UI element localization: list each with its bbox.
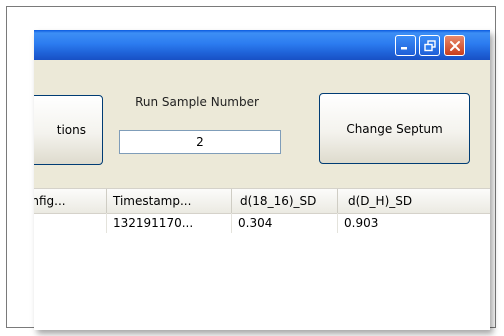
data-grid: onfig... Timestamp... d(18_16)_SD d(D_H)… <box>34 188 490 330</box>
title-bar[interactable] <box>34 30 490 60</box>
cell-d18-16-sd: 0.304 <box>232 213 338 233</box>
column-header-dd-h-sd[interactable]: d(D_H)_SD <box>338 189 446 213</box>
options-button[interactable]: tions <box>34 95 103 165</box>
restore-button[interactable] <box>419 35 440 56</box>
column-header-config[interactable]: onfig... <box>34 189 107 213</box>
minimize-button[interactable] <box>395 35 416 56</box>
column-header-d18-16-sd[interactable]: d(18_16)_SD <box>232 189 338 213</box>
run-sample-number-input[interactable]: 2 <box>119 130 281 154</box>
close-icon <box>449 40 460 51</box>
application-window: tions Change Septum Run Sample Number 2 … <box>34 30 490 330</box>
close-button[interactable] <box>444 35 465 56</box>
cell-config <box>34 213 107 233</box>
cell-timestamp: 132191170... <box>107 213 232 233</box>
toolbar-area: tions Change Septum <box>34 60 490 188</box>
minimize-icon <box>401 47 407 50</box>
change-septum-button[interactable]: Change Septum <box>319 93 470 164</box>
run-sample-number-label: Run Sample Number <box>135 95 259 109</box>
cell-dd-h-sd: 0.903 <box>344 216 379 230</box>
options-button-label: tions <box>56 123 86 137</box>
restore-icon <box>423 39 436 51</box>
change-septum-label: Change Septum <box>346 121 443 136</box>
grid-header: onfig... Timestamp... d(18_16)_SD d(D_H)… <box>34 189 490 214</box>
column-header-timestamp[interactable]: Timestamp... <box>107 189 232 213</box>
